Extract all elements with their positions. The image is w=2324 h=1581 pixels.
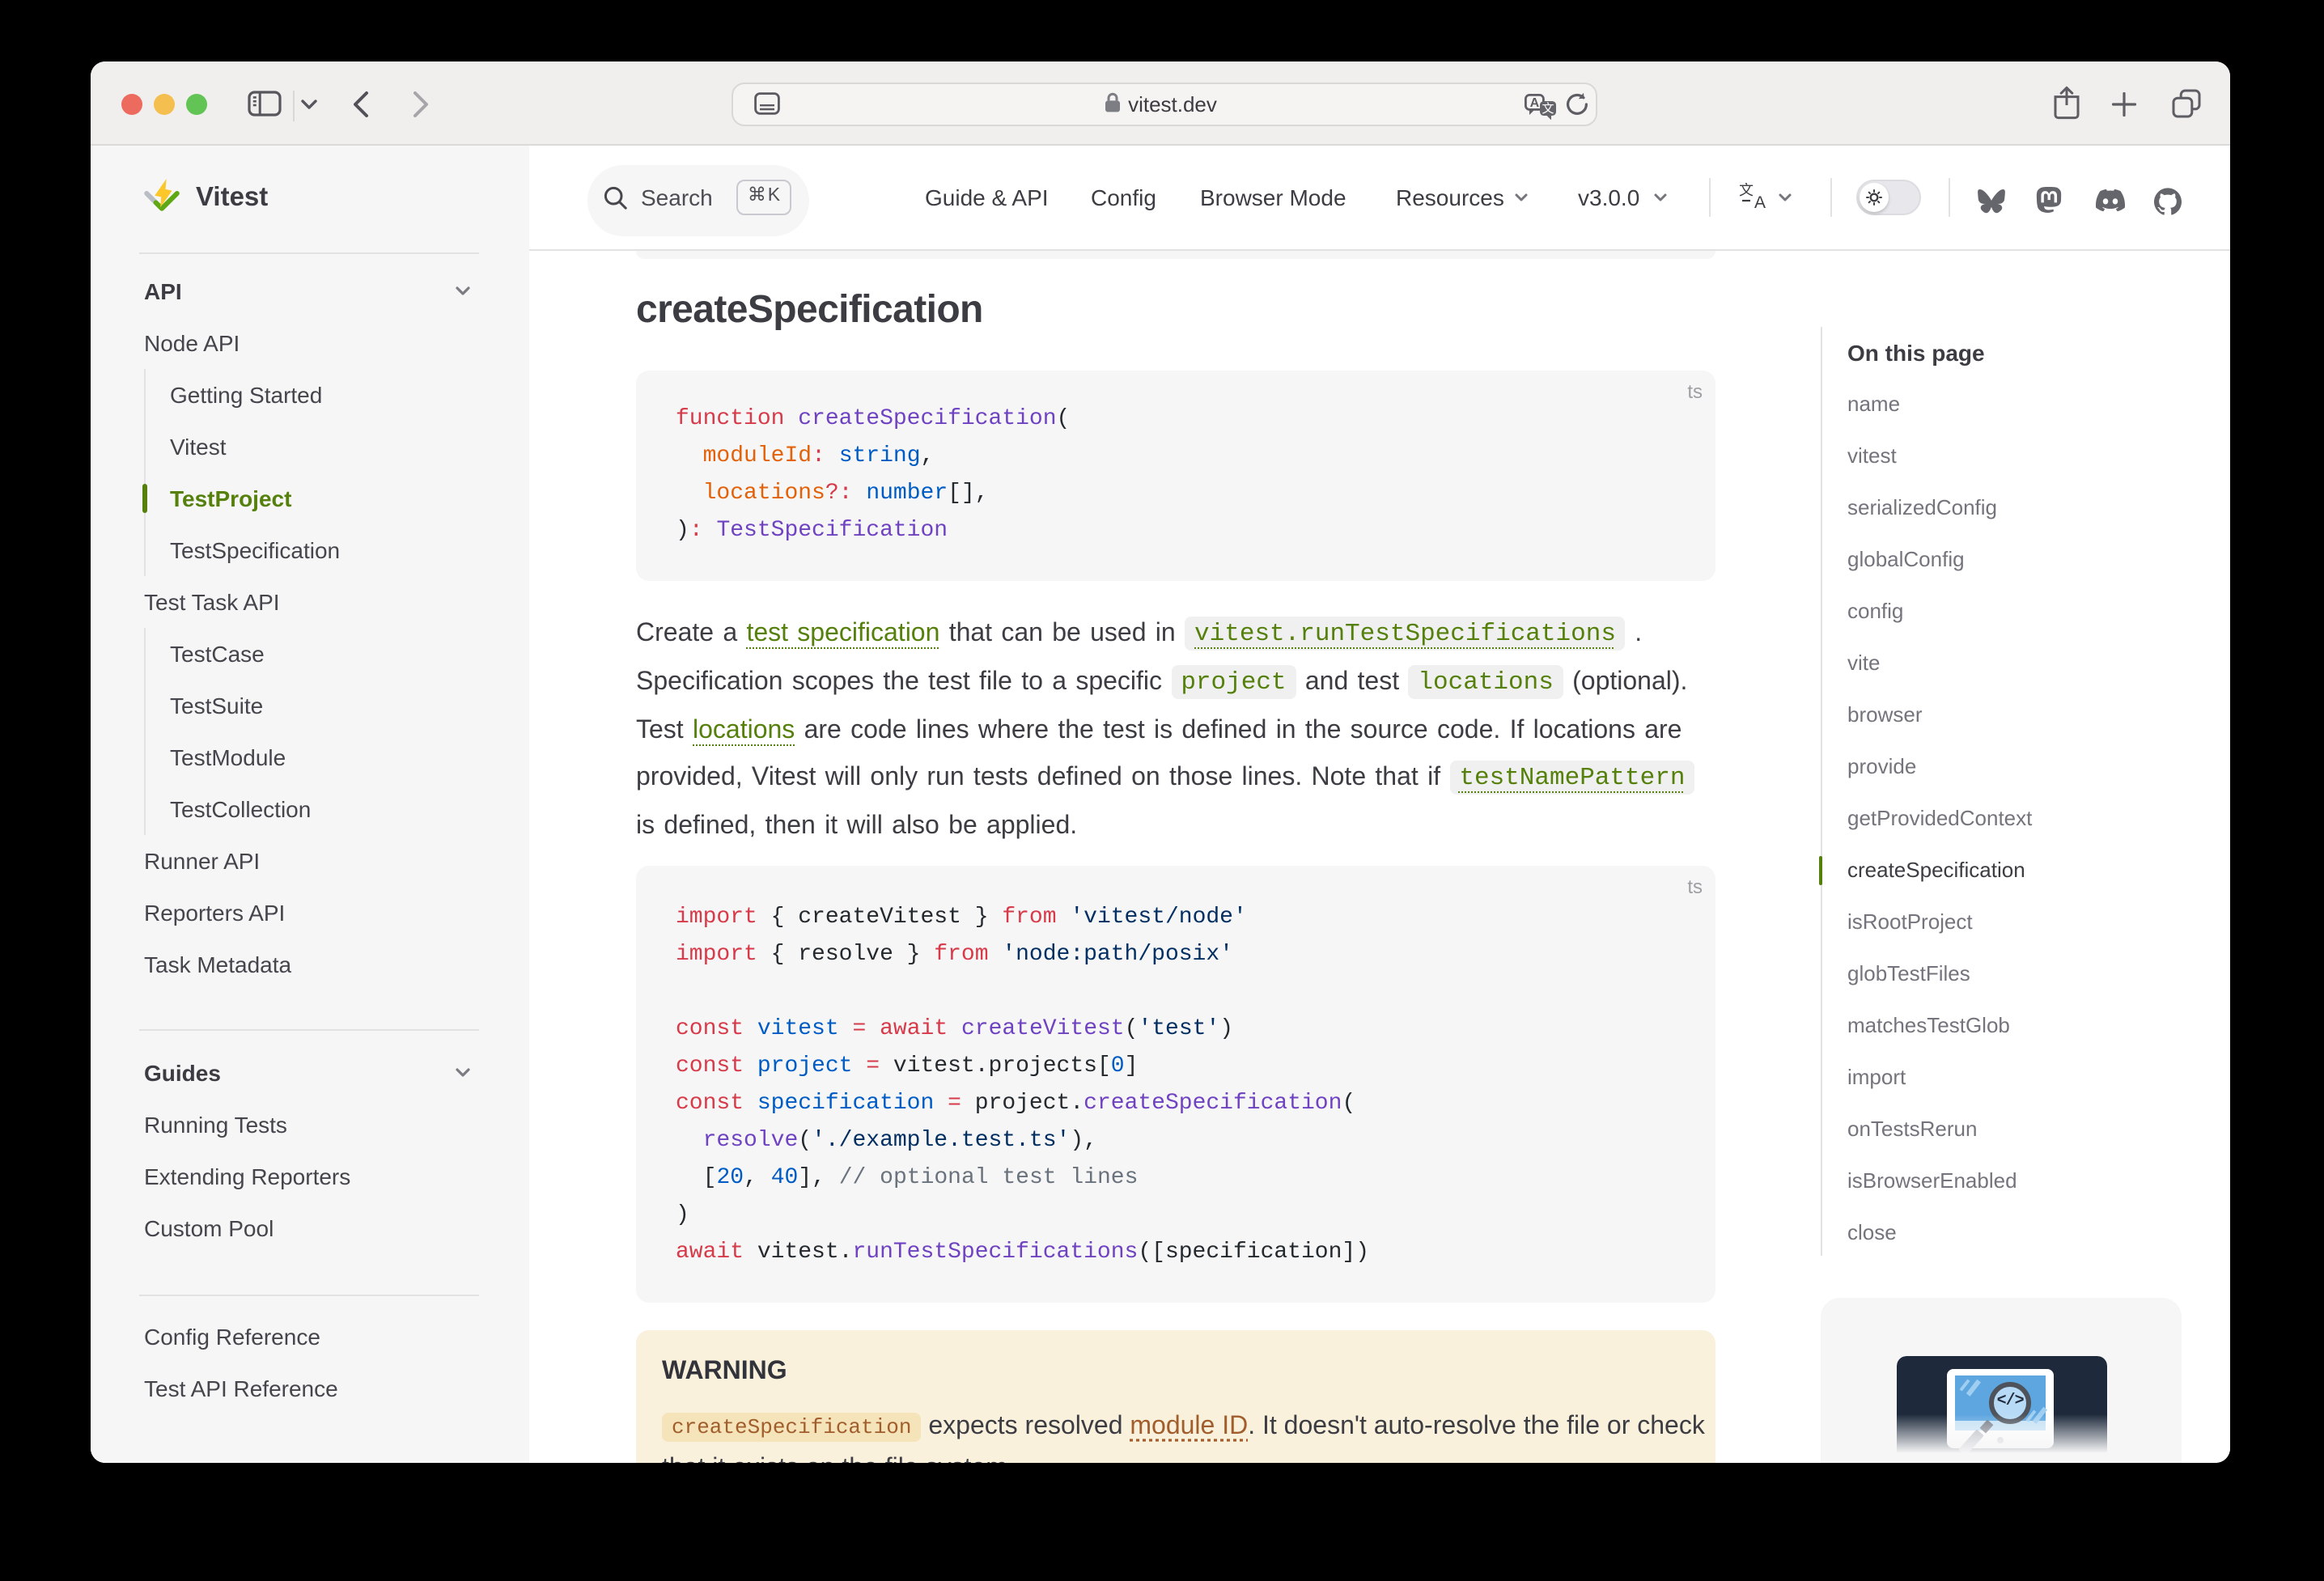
svg-text:文: 文	[1740, 183, 1754, 198]
svg-text:文: 文	[1542, 102, 1554, 116]
svg-text:A: A	[1754, 193, 1766, 212]
svg-text:A: A	[1530, 96, 1540, 110]
